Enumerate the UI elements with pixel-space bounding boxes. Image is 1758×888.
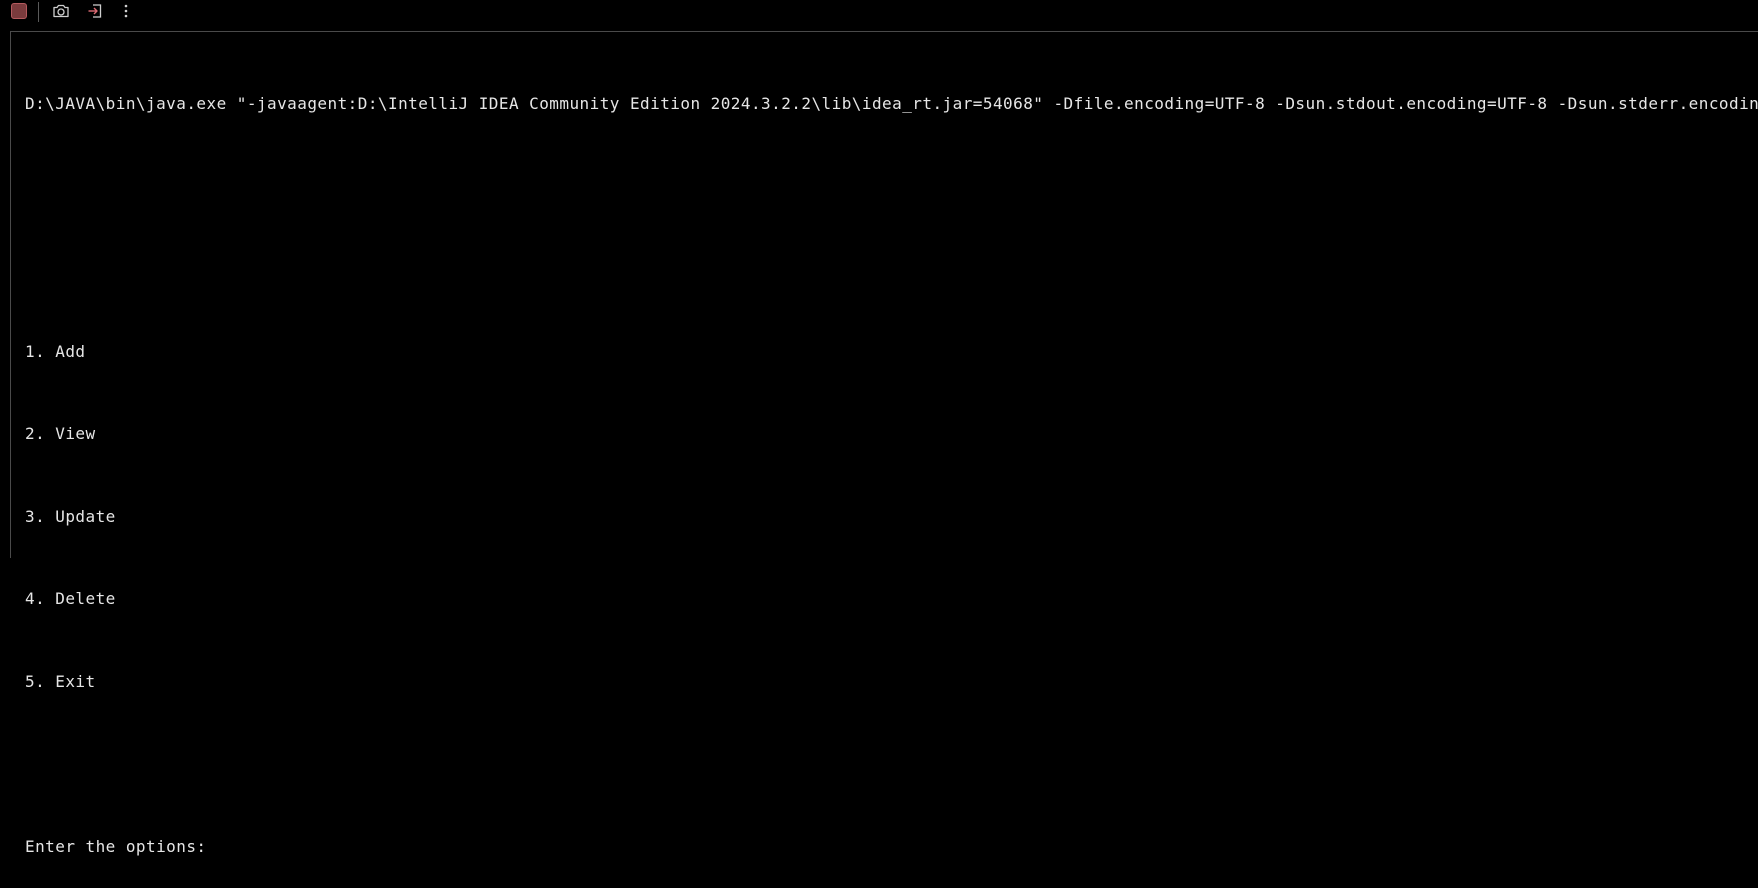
console-gutter-divider	[10, 31, 11, 558]
command-line: D:\JAVA\bin\java.exe "-javaagent:D:\Inte…	[25, 94, 1758, 113]
menu-item-update: 3. Update	[25, 506, 116, 526]
menu-item-exit: 5. Exit	[25, 671, 96, 691]
run-toolbar	[0, 0, 1758, 31]
menu-item-view: 2. View	[25, 424, 96, 443]
input-prompt: Enter the options:	[25, 836, 207, 856]
toolbar-divider	[10, 31, 1758, 32]
exit-icon[interactable]	[83, 0, 107, 22]
stop-icon[interactable]	[11, 3, 27, 19]
menu-item-delete: 4. Delete	[25, 589, 116, 608]
console-output[interactable]: D:\JAVA\bin\java.exe "-javaagent:D:\Inte…	[25, 35, 1758, 888]
menu-item-add: 1. Add	[25, 341, 86, 361]
more-vertical-icon[interactable]	[114, 0, 138, 22]
camera-icon[interactable]	[49, 0, 73, 22]
toolbar-separator	[38, 2, 39, 22]
